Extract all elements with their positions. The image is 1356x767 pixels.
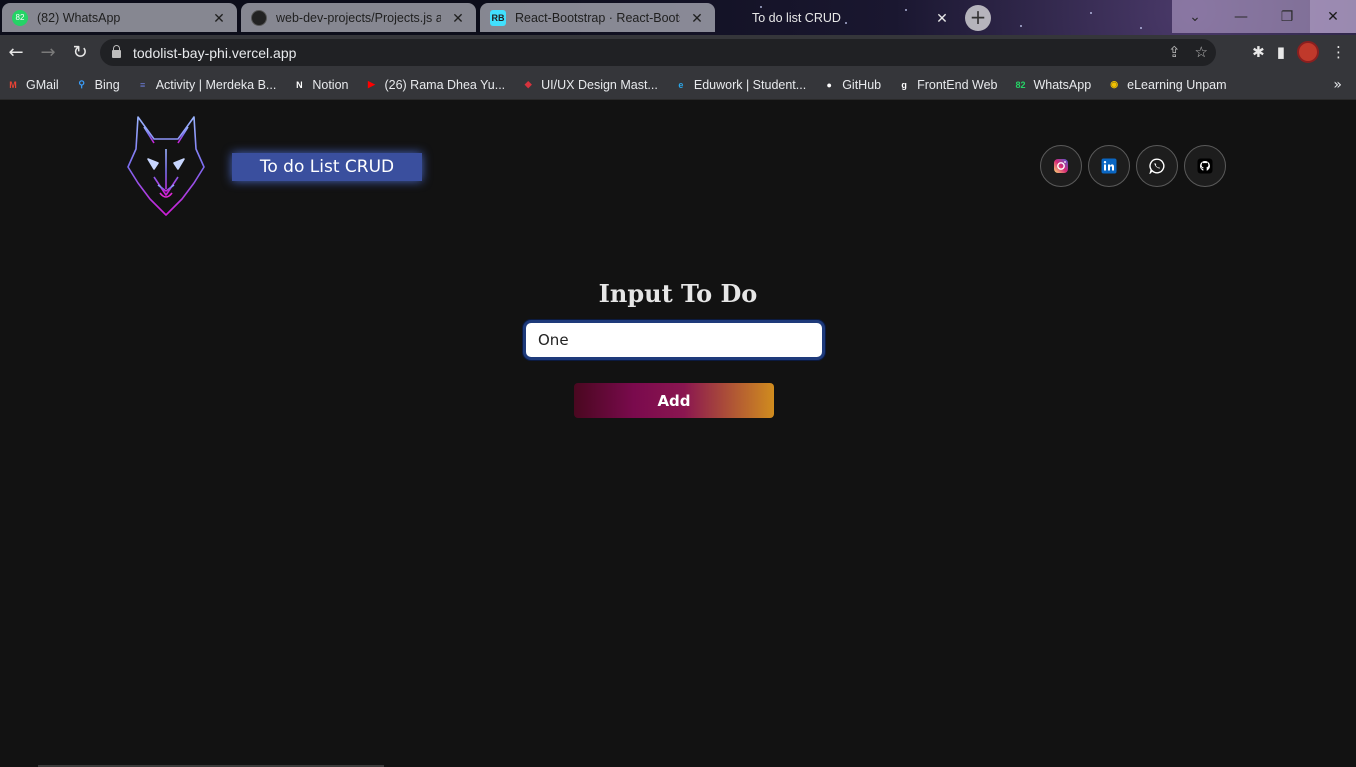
minimize-icon[interactable]: — bbox=[1218, 0, 1264, 33]
bookmark-label: GitHub bbox=[842, 77, 882, 92]
whatsapp-button[interactable] bbox=[1136, 145, 1178, 187]
bookmark-label: Notion bbox=[312, 77, 349, 92]
eduwork-icon: e bbox=[678, 79, 684, 90]
tab-title: web-dev-projects/Projects.js at bbox=[276, 10, 441, 25]
wolf-logo-icon[interactable] bbox=[124, 115, 208, 217]
github-button[interactable] bbox=[1184, 145, 1226, 187]
instagram-button[interactable] bbox=[1040, 145, 1082, 187]
menu-kebab-icon[interactable]: ⋮ bbox=[1331, 43, 1346, 61]
profile-avatar[interactable] bbox=[1297, 41, 1319, 63]
star-decoration bbox=[1140, 27, 1142, 29]
close-icon[interactable]: ✕ bbox=[450, 10, 466, 26]
lock-icon[interactable] bbox=[112, 45, 121, 58]
bookmark-label: WhatsApp bbox=[1033, 77, 1092, 92]
bookmark-item[interactable]: ◆ UI/UX Design Mast... bbox=[521, 78, 658, 92]
notion-icon: N bbox=[296, 79, 303, 90]
bookmark-label: Bing bbox=[94, 77, 120, 92]
window-controls: ⌄ — ❐ ✕ bbox=[1172, 0, 1356, 33]
linkedin-icon bbox=[1101, 158, 1117, 174]
bookmark-item[interactable]: ● GitHub bbox=[822, 78, 881, 92]
todo-input[interactable] bbox=[523, 320, 825, 360]
github-icon bbox=[1197, 158, 1213, 174]
star-decoration bbox=[1090, 12, 1092, 14]
tab-title: To do list CRUD bbox=[752, 10, 841, 25]
github-icon bbox=[251, 9, 267, 26]
gmail-icon: M bbox=[9, 79, 17, 90]
bookmark-label: FrontEnd Web bbox=[917, 77, 998, 92]
bookmark-label: Activity | Merdeka B... bbox=[155, 77, 277, 92]
tab-search-icon[interactable]: ⌄ bbox=[1172, 0, 1218, 33]
bookmark-label: Eduwork | Student... bbox=[693, 77, 807, 92]
uiux-icon: ◆ bbox=[524, 79, 532, 89]
tab-title: (82) WhatsApp bbox=[37, 10, 121, 25]
browser-tab-strip: 82 (82) WhatsApp ✕ web-dev-projects/Proj… bbox=[0, 0, 1356, 35]
whatsapp-icon: 82 bbox=[1015, 79, 1026, 90]
frontend-icon: g bbox=[901, 79, 907, 90]
bookmark-item[interactable]: 82 WhatsApp bbox=[1013, 78, 1091, 92]
close-icon[interactable]: ✕ bbox=[934, 10, 950, 26]
react-bootstrap-icon: RB bbox=[490, 9, 506, 26]
tab-todo-list[interactable]: To do list CRUD ✕ bbox=[730, 3, 960, 32]
forward-arrow-icon[interactable]: → bbox=[32, 37, 64, 69]
bookmark-item[interactable]: N Notion bbox=[292, 78, 348, 92]
share-icon[interactable]: ⇪ bbox=[1168, 43, 1181, 61]
linkedin-button[interactable] bbox=[1088, 145, 1130, 187]
reload-icon[interactable]: ↻ bbox=[64, 37, 96, 69]
new-tab-button[interactable]: + bbox=[965, 5, 991, 31]
back-arrow-icon[interactable]: ← bbox=[0, 37, 32, 69]
close-icon[interactable]: ✕ bbox=[211, 10, 227, 26]
close-window-icon[interactable]: ✕ bbox=[1310, 0, 1356, 33]
browser-toolbar: ← → ↻ todolist-bay-phi.vercel.app ⇪ ☆ ✱ … bbox=[0, 35, 1356, 70]
instagram-icon bbox=[1054, 159, 1068, 173]
restore-icon[interactable]: ❐ bbox=[1264, 0, 1310, 33]
tab-github-projects[interactable]: web-dev-projects/Projects.js at ✕ bbox=[241, 3, 476, 32]
bookmarks-overflow-icon[interactable]: » bbox=[1333, 77, 1342, 93]
url-text[interactable]: todolist-bay-phi.vercel.app bbox=[133, 45, 296, 61]
github-icon: ● bbox=[826, 79, 832, 90]
tab-react-bootstrap[interactable]: RB React-Bootstrap · React-Bootstra ✕ bbox=[480, 3, 715, 32]
bookmark-item[interactable]: g FrontEnd Web bbox=[897, 78, 997, 92]
side-panel-icon[interactable]: ▮ bbox=[1277, 43, 1285, 61]
bookmark-label: GMail bbox=[26, 77, 59, 92]
form-title: Input To Do bbox=[598, 279, 758, 308]
bookmark-item[interactable]: ⚲ Bing bbox=[75, 77, 120, 92]
address-bar[interactable]: todolist-bay-phi.vercel.app ⇪ ☆ bbox=[100, 39, 1216, 66]
bookmark-label: (26) Rama Dhea Yu... bbox=[384, 77, 506, 92]
whatsapp-icon: 82 bbox=[12, 9, 28, 26]
bookmarks-bar: M GMail ⚲ Bing ≡ Activity | Merdeka B... N Noti… bbox=[0, 70, 1356, 100]
close-icon[interactable]: ✕ bbox=[689, 10, 705, 26]
bookmark-item[interactable]: ≡ Activity | Merdeka B... bbox=[136, 77, 277, 92]
app-brand-title[interactable]: To do List CRUD bbox=[232, 153, 422, 181]
youtube-icon: ▶ bbox=[368, 79, 375, 89]
merdeka-icon: ≡ bbox=[140, 79, 146, 90]
bookmark-item[interactable]: ◉ eLearning Unpam bbox=[1107, 78, 1226, 92]
tab-title: React-Bootstrap · React-Bootstra bbox=[515, 10, 680, 25]
bookmark-label: eLearning Unpam bbox=[1127, 77, 1227, 92]
bookmark-item[interactable]: M GMail bbox=[6, 77, 59, 92]
social-links bbox=[1040, 145, 1226, 187]
tab-whatsapp[interactable]: 82 (82) WhatsApp ✕ bbox=[2, 3, 237, 32]
bookmark-item[interactable]: e Eduwork | Student... bbox=[674, 78, 806, 92]
whatsapp-icon bbox=[1149, 158, 1165, 174]
bookmark-label: UI/UX Design Mast... bbox=[541, 77, 658, 92]
extensions-icon[interactable]: ✱ bbox=[1252, 43, 1265, 61]
bookmark-star-icon[interactable]: ☆ bbox=[1195, 43, 1208, 61]
bing-icon: ⚲ bbox=[78, 79, 85, 89]
bookmark-item[interactable]: ▶ (26) Rama Dhea Yu... bbox=[364, 78, 505, 92]
add-button[interactable]: Add bbox=[574, 383, 774, 418]
page-content: To do List CRUD Input To Do One Add bbox=[0, 101, 1356, 767]
star-decoration bbox=[1020, 25, 1022, 27]
elearning-icon: ◉ bbox=[1110, 79, 1119, 89]
